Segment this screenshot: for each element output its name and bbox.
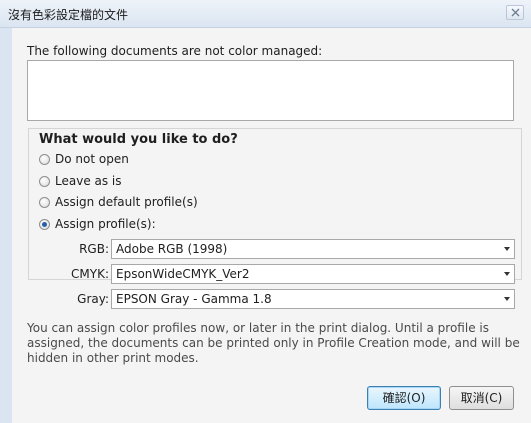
documents-label: The following documents are not color ma… xyxy=(27,44,323,58)
close-button[interactable] xyxy=(506,5,524,20)
radio-button-selected[interactable] xyxy=(39,219,50,230)
close-icon xyxy=(511,8,520,17)
radio-label: Assign profile(s): xyxy=(55,217,156,231)
radio-label: Leave as is xyxy=(55,174,122,188)
documents-list[interactable] xyxy=(27,60,514,121)
rgb-label: RGB: xyxy=(79,242,109,256)
chevron-down-icon xyxy=(504,297,510,301)
chevron-down-icon xyxy=(504,247,510,251)
gray-profile-select[interactable]: EPSON Gray - Gamma 1.8 xyxy=(111,289,515,309)
gray-label: Gray: xyxy=(77,292,109,306)
radio-label: Assign default profile(s) xyxy=(55,195,198,209)
window-frame-left xyxy=(0,28,12,423)
chevron-down-icon xyxy=(504,272,510,276)
cancel-button-label: 取消(C) xyxy=(460,391,503,405)
rgb-profile-value: Adobe RGB (1998) xyxy=(116,242,228,256)
options-heading: What would you like to do? xyxy=(39,132,238,147)
title-bar[interactable]: 沒有色彩設定檔的文件 xyxy=(0,0,531,28)
gray-profile-value: EPSON Gray - Gamma 1.8 xyxy=(116,292,272,306)
cancel-button[interactable]: 取消(C) xyxy=(449,386,514,410)
cmyk-label: CMYK: xyxy=(71,267,109,281)
cmyk-profile-select[interactable]: EpsonWideCMYK_Ver2 xyxy=(111,264,515,284)
cmyk-profile-value: EpsonWideCMYK_Ver2 xyxy=(116,267,250,281)
rgb-profile-select[interactable]: Adobe RGB (1998) xyxy=(111,239,515,259)
radio-button[interactable] xyxy=(39,176,50,187)
dialog-window: 沒有色彩設定檔的文件 The following documents are n… xyxy=(0,0,531,423)
info-note: You can assign color profiles now, or la… xyxy=(27,321,520,365)
ok-button-label: 確認(O) xyxy=(382,391,426,405)
radio-button[interactable] xyxy=(39,197,50,208)
radio-label: Do not open xyxy=(55,152,129,166)
radio-button[interactable] xyxy=(39,154,50,165)
window-title: 沒有色彩設定檔的文件 xyxy=(8,8,129,22)
ok-button[interactable]: 確認(O) xyxy=(367,386,441,410)
